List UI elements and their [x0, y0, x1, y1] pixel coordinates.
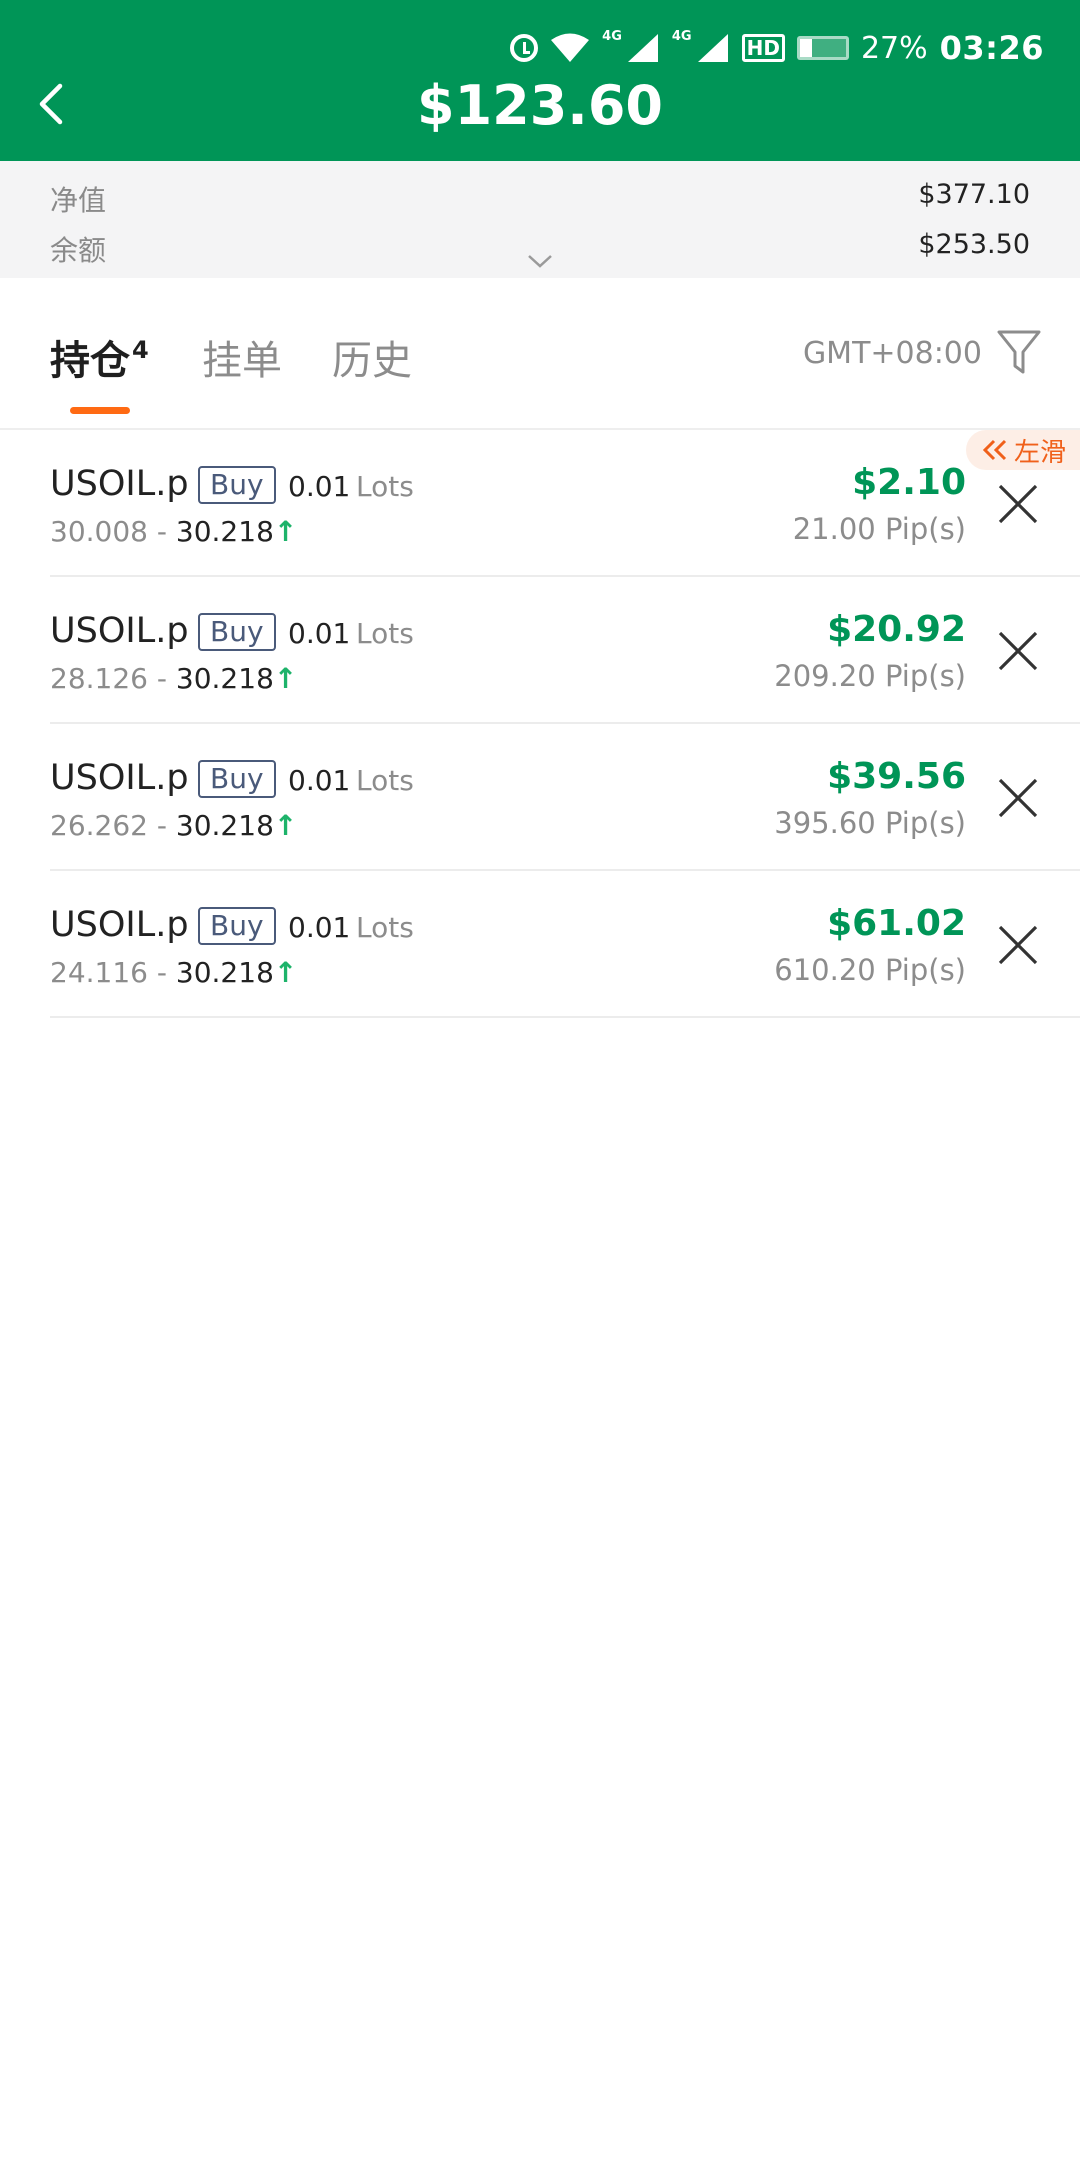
close-position-icon[interactable] — [996, 482, 1040, 526]
up-arrow-icon: ↑ — [273, 662, 298, 695]
wifi-icon — [551, 33, 590, 62]
status-bar: 4G 4G HD 27% 03:26 — [510, 28, 1044, 68]
position-lots: 0.01 — [288, 617, 351, 650]
active-tab-indicator — [70, 407, 130, 414]
timezone-label: GMT+08:00 — [802, 336, 982, 371]
position-open-price: 26.262 — [50, 809, 148, 842]
tab-positions-label: 持仓 — [50, 338, 130, 384]
position-prices: 24.116 - 30.218↑ — [50, 956, 297, 989]
position-open-price: 30.008 — [50, 515, 148, 548]
balance-value: $253.50 — [918, 229, 1030, 260]
price-separator: - — [156, 662, 167, 695]
position-symbol: USOIL.p — [50, 905, 189, 945]
tab-bar: 持仓4 挂单 历史 GMT+08:00 — [0, 278, 1080, 430]
price-separator: - — [156, 515, 167, 548]
app-header: 4G 4G HD 27% 03:26 $123.60 — [0, 0, 1080, 161]
equity-value: $377.10 — [918, 179, 1030, 210]
up-arrow-icon: ↑ — [273, 515, 298, 548]
position-lots: 0.01 — [288, 911, 351, 944]
signal-icon — [627, 34, 658, 62]
position-pips: 209.20 Pip(s) — [774, 659, 966, 693]
position-current-price: 30.218 — [175, 515, 274, 548]
position-side-badge: Buy — [198, 907, 276, 945]
position-lots-unit: Lots — [356, 617, 414, 650]
up-arrow-icon: ↑ — [273, 809, 298, 842]
swipe-left-hint: 左滑 — [965, 430, 1080, 470]
close-position-icon[interactable] — [996, 923, 1040, 967]
battery-percent: 27% — [860, 30, 928, 66]
position-profit: $2.10 — [852, 462, 966, 503]
chevron-down-icon[interactable] — [526, 253, 554, 269]
position-profit: $20.92 — [827, 609, 966, 650]
close-position-icon[interactable] — [996, 629, 1040, 673]
position-pips: 610.20 Pip(s) — [774, 953, 966, 987]
position-symbol: USOIL.p — [50, 611, 189, 651]
position-pips: 395.60 Pip(s) — [774, 806, 966, 840]
account-summary: 净值 $377.10 余额 $253.50 — [0, 161, 1080, 278]
swipe-hint-label: 左滑 — [1013, 437, 1066, 468]
position-lots-unit: Lots — [356, 764, 414, 797]
tab-pending-orders[interactable]: 挂单 — [202, 328, 282, 386]
tab-positions[interactable]: 持仓4 — [50, 328, 149, 386]
position-row[interactable]: USOIL.p Buy 0.01 Lots 30.008 - 30.218↑ $… — [50, 430, 1080, 577]
position-side-badge: Buy — [198, 613, 276, 651]
position-row[interactable]: USOIL.p Buy 0.01 Lots 28.126 - 30.218↑ $… — [50, 577, 1080, 724]
tab-history[interactable]: 历史 — [332, 328, 412, 386]
status-clock: 03:26 — [939, 29, 1044, 67]
position-symbol: USOIL.p — [50, 758, 189, 798]
position-profit: $61.02 — [827, 903, 966, 944]
close-position-icon[interactable] — [996, 776, 1040, 820]
price-separator: - — [156, 809, 167, 842]
price-separator: - — [156, 956, 167, 989]
battery-level — [799, 39, 813, 57]
positions-list: USOIL.p Buy 0.01 Lots 30.008 - 30.218↑ $… — [0, 430, 1080, 1018]
position-side-badge: Buy — [198, 760, 276, 798]
position-current-price: 30.218 — [175, 809, 274, 842]
position-row[interactable]: USOIL.p Buy 0.01 Lots 26.262 - 30.218↑ $… — [50, 724, 1080, 871]
tab-positions-count: 4 — [132, 336, 149, 364]
position-open-price: 28.126 — [50, 662, 148, 695]
balance-label: 余额 — [50, 234, 107, 267]
position-prices: 26.262 - 30.218↑ — [50, 809, 297, 842]
network-type-2: 4G — [671, 28, 692, 44]
hd-voice-icon: HD — [741, 34, 785, 62]
position-open-price: 24.116 — [50, 956, 148, 989]
signal-icon-2 — [697, 34, 728, 62]
position-lots-unit: Lots — [356, 911, 414, 944]
position-lots: 0.01 — [288, 470, 351, 503]
position-profit: $39.56 — [827, 756, 966, 797]
position-symbol: USOIL.p — [50, 464, 189, 504]
network-type-1: 4G — [602, 28, 622, 44]
up-arrow-icon: ↑ — [273, 956, 298, 989]
equity-label: 净值 — [50, 184, 107, 217]
position-prices: 30.008 - 30.218↑ — [50, 515, 297, 548]
filter-icon[interactable] — [996, 328, 1042, 376]
equity-row: 净值 $377.10 — [50, 179, 1030, 219]
position-prices: 28.126 - 30.218↑ — [50, 662, 297, 695]
position-lots-unit: Lots — [356, 470, 414, 503]
position-pips: 21.00 Pip(s) — [792, 512, 966, 546]
battery-icon — [796, 36, 849, 60]
position-side-badge: Buy — [198, 466, 276, 504]
position-row[interactable]: USOIL.p Buy 0.01 Lots 24.116 - 30.218↑ $… — [50, 871, 1080, 1018]
alarm-icon — [510, 34, 539, 62]
double-chevron-left-icon — [982, 439, 1007, 461]
floating-pnl-title: $123.60 — [417, 74, 663, 137]
position-current-price: 30.218 — [175, 662, 274, 695]
position-current-price: 30.218 — [175, 956, 274, 989]
position-lots: 0.01 — [288, 764, 351, 797]
